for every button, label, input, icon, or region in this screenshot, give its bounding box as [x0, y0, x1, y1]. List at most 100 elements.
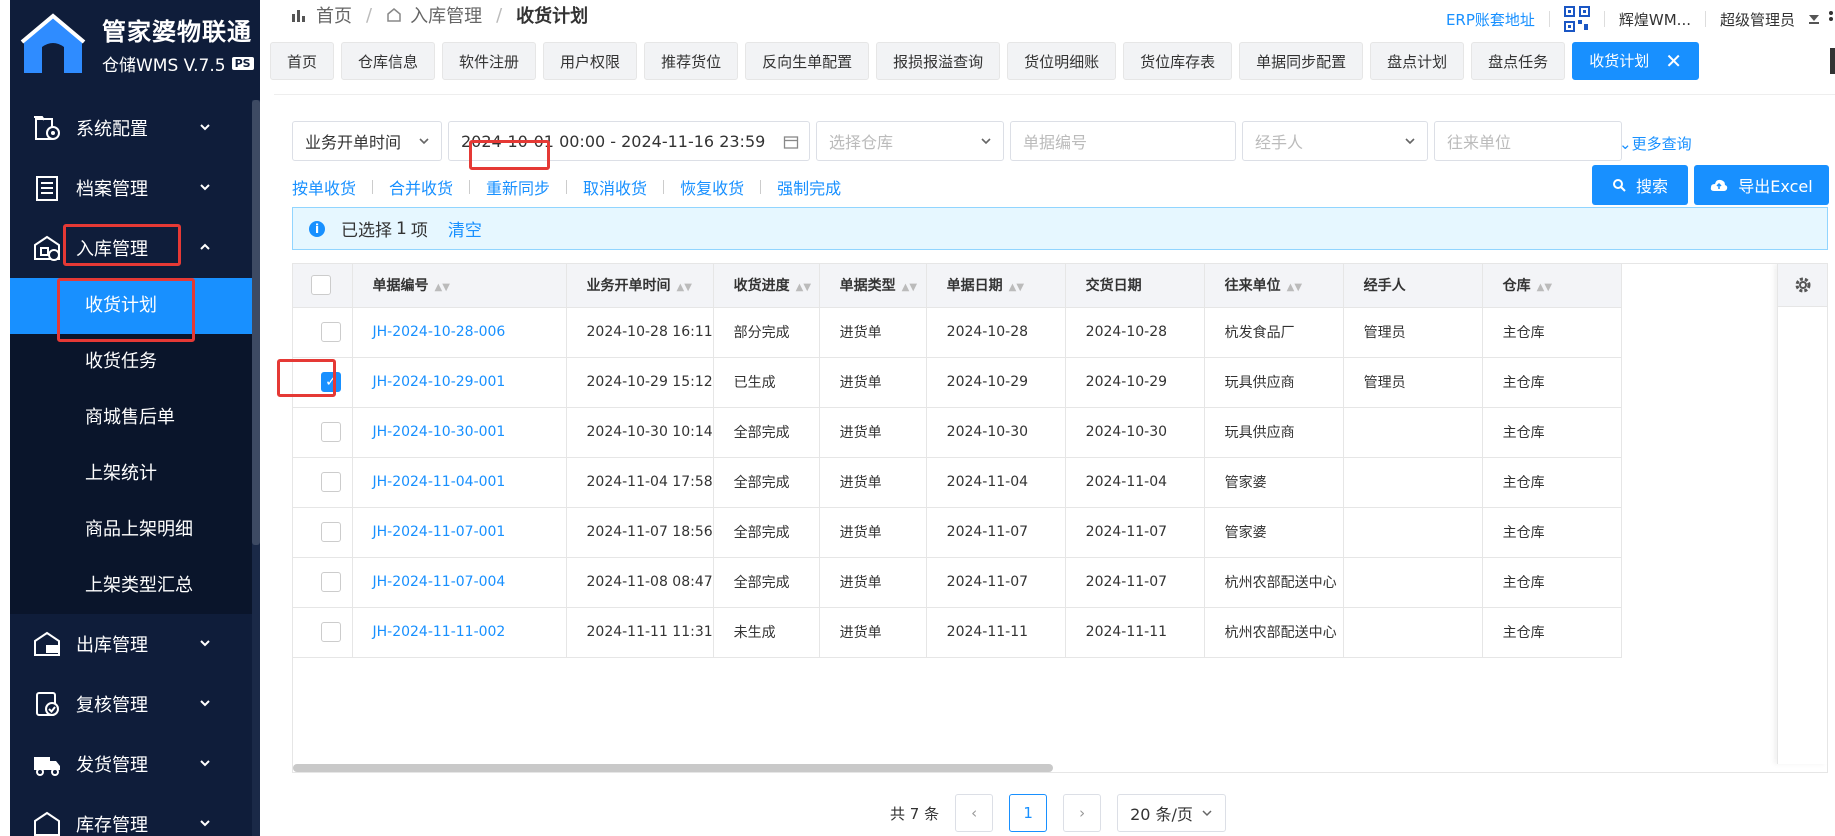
row-checkbox[interactable] [321, 422, 341, 442]
tab-bill-sync-config[interactable]: 单据同步配置 [1239, 42, 1364, 80]
table-row[interactable]: JH-2024-11-04-001 2024-11-04 17:58 全部完成 … [293, 457, 1622, 508]
partner-input[interactable]: 往来单位 [1434, 121, 1622, 161]
table-row[interactable]: JH-2024-11-07-001 2024-11-07 18:56 全部完成 … [293, 507, 1622, 558]
menu-group-stock[interactable]: 库存管理 [10, 794, 260, 836]
table-row[interactable]: JH-2024-10-28-006 2024-10-28 16:11 部分完成 … [293, 307, 1622, 358]
sort-icon[interactable]: ▲▼ [1009, 282, 1024, 293]
sidebar-scrollbar-thumb[interactable] [252, 100, 260, 545]
time-type-select[interactable]: 业务开单时间 [292, 121, 442, 161]
column-label: 业务开单时间 [586, 278, 671, 295]
sidebar-item-shelving-type-summary[interactable]: 上架类型汇总 [10, 558, 260, 614]
menu-group-shipping[interactable]: 发货管理 [10, 734, 260, 794]
tab-software-register[interactable]: 软件注册 [442, 42, 537, 80]
tab-stocktake-task[interactable]: 盘点任务 [1471, 42, 1566, 80]
sort-icon[interactable]: ▲▼ [435, 282, 450, 293]
row-checkbox[interactable] [321, 622, 341, 642]
sort-icon[interactable]: ▲▼ [1537, 282, 1552, 293]
user-role[interactable]: 超级管理员 [1720, 9, 1795, 30]
select-all-checkbox[interactable] [311, 275, 331, 296]
menu-group-review[interactable]: 复核管理 [10, 674, 260, 734]
cancel-receive-link[interactable]: 取消收货 [583, 175, 647, 199]
bill-no-input[interactable]: 单据编号 [1010, 121, 1236, 161]
col-bill-date[interactable]: 单据日期 ▲▼ [926, 264, 1066, 308]
sort-icon[interactable]: ▲▼ [902, 282, 917, 293]
warehouse-select[interactable]: 选择仓库 [816, 121, 1004, 161]
clear-selection-link[interactable]: 清空 [448, 216, 482, 241]
tab-loss-overflow-query[interactable]: 报损报溢查询 [876, 42, 1001, 80]
row-checkbox[interactable] [321, 522, 341, 542]
col-progress[interactable]: 收货进度 ▲▼ [713, 264, 820, 308]
tab-warehouse-info[interactable]: 仓库信息 [341, 42, 436, 80]
tab-user-permission[interactable]: 用户权限 [543, 42, 638, 80]
menu-group-system-config[interactable]: 系统配置 [10, 98, 260, 158]
user-name[interactable]: 辉煌WM... [1619, 9, 1691, 30]
tab-receiving-plan[interactable]: 收货计划 ✕ [1572, 42, 1699, 80]
sidebar-item-mall-aftersale[interactable]: 商城售后单 [10, 390, 260, 446]
table-row[interactable]: JH-2024-11-11-002 2024-11-11 11:31 未生成 进… [293, 607, 1622, 658]
bill-no-link[interactable]: JH-2024-10-28-006 [352, 307, 567, 358]
breadcrumb-level1[interactable]: 入库管理 [410, 2, 482, 28]
erp-link[interactable]: ERP账套地址 [1446, 9, 1535, 30]
bill-no-link[interactable]: JH-2024-11-07-001 [352, 507, 567, 558]
bill-no-link[interactable]: JH-2024-11-07-004 [352, 557, 567, 608]
qrcode-icon[interactable] [1563, 6, 1590, 32]
horizontal-scrollbar[interactable] [293, 764, 1053, 772]
force-complete-link[interactable]: 强制完成 [777, 175, 841, 199]
restore-receive-link[interactable]: 恢复收货 [680, 175, 744, 199]
cell-bill-date: 2024-11-07 [926, 507, 1066, 558]
bill-no-link[interactable]: JH-2024-11-11-002 [352, 607, 567, 658]
menu-group-outbound[interactable]: 出库管理 [10, 614, 260, 674]
tab-home[interactable]: 首页 [270, 42, 335, 80]
sidebar-item-shelving-detail[interactable]: 商品上架明细 [10, 502, 260, 558]
receive-by-bill-link[interactable]: 按单收货 [292, 175, 356, 199]
export-excel-button[interactable]: 导出Excel [1694, 165, 1829, 205]
resync-link[interactable]: 重新同步 [486, 175, 550, 199]
bill-no-link[interactable]: JH-2024-11-04-001 [352, 457, 567, 508]
search-button[interactable]: 搜索 [1592, 165, 1688, 205]
tab-reverse-bill-config[interactable]: 反向生单配置 [745, 42, 870, 80]
page-number-button[interactable]: 1 [1009, 794, 1048, 832]
row-checkbox[interactable] [321, 572, 341, 592]
col-open-time[interactable]: 业务开单时间 ▲▼ [566, 264, 714, 308]
date-range-picker[interactable]: 2024-10-01 00:00 - 2024-11-16 23:59 [448, 121, 810, 161]
sort-icon[interactable]: ▲▼ [796, 282, 811, 293]
next-page-button[interactable]: › [1063, 794, 1102, 832]
cell-warehouse: 主仓库 [1482, 357, 1622, 408]
col-warehouse[interactable]: 仓库 ▲▼ [1482, 264, 1622, 308]
sidebar-item-shelving-stats[interactable]: 上架统计 [10, 446, 260, 502]
table-row[interactable]: JH-2024-11-07-004 2024-11-08 08:47 全部完成 … [293, 557, 1622, 608]
breadcrumb-home[interactable]: 首页 [316, 2, 352, 28]
row-checkbox[interactable] [321, 322, 341, 342]
row-checkbox-checked[interactable]: ✓ [321, 372, 341, 392]
table-row[interactable]: ✓ JH-2024-10-29-001 2024-10-29 15:12 已生成… [293, 357, 1622, 408]
sort-icon[interactable]: ▲▼ [1287, 282, 1302, 293]
caret-down-icon[interactable] [1801, 12, 1827, 26]
col-bill-type[interactable]: 单据类型 ▲▼ [819, 264, 927, 308]
tab-stocktake-plan[interactable]: 盘点计划 [1370, 42, 1465, 80]
chevron-down-icon [200, 760, 210, 767]
bill-no-link[interactable]: JH-2024-10-30-001 [352, 407, 567, 458]
table-row[interactable]: JH-2024-10-30-001 2024-10-30 10:14 全部完成 … [293, 407, 1622, 458]
tab-location-ledger[interactable]: 货位明细账 [1007, 42, 1117, 80]
menu-group-inbound[interactable]: 入库管理 [10, 218, 260, 278]
cell-open-time: 2024-11-07 18:56 [566, 507, 714, 558]
bill-no-link[interactable]: JH-2024-10-29-001 [352, 357, 567, 408]
tab-recommend-location[interactable]: 推荐货位 [644, 42, 739, 80]
sidebar-item-receiving-plan[interactable]: 收货计划 [10, 278, 260, 334]
merge-receive-link[interactable]: 合并收货 [389, 175, 453, 199]
divider [1603, 11, 1605, 27]
handler-select[interactable]: 经手人 [1242, 121, 1428, 161]
gear-icon[interactable] [1792, 274, 1814, 296]
more-query-link[interactable]: ⌄更多查询 [1619, 133, 1692, 154]
sort-icon[interactable]: ▲▼ [677, 282, 692, 293]
prev-page-button[interactable]: ‹ [955, 794, 994, 832]
sidebar-item-receiving-task[interactable]: 收货任务 [10, 334, 260, 390]
col-bill-no[interactable]: 单据编号 ▲▼ [352, 264, 567, 308]
more-vertical-icon[interactable] [1827, 9, 1835, 29]
close-icon[interactable]: ✕ [1665, 42, 1682, 80]
col-partner[interactable]: 往来单位 ▲▼ [1204, 264, 1344, 308]
page-size-select[interactable]: 20 条/页 [1117, 794, 1226, 832]
row-checkbox[interactable] [321, 472, 341, 492]
tab-location-stock[interactable]: 货位库存表 [1123, 42, 1233, 80]
menu-group-archive[interactable]: 档案管理 [10, 158, 260, 218]
